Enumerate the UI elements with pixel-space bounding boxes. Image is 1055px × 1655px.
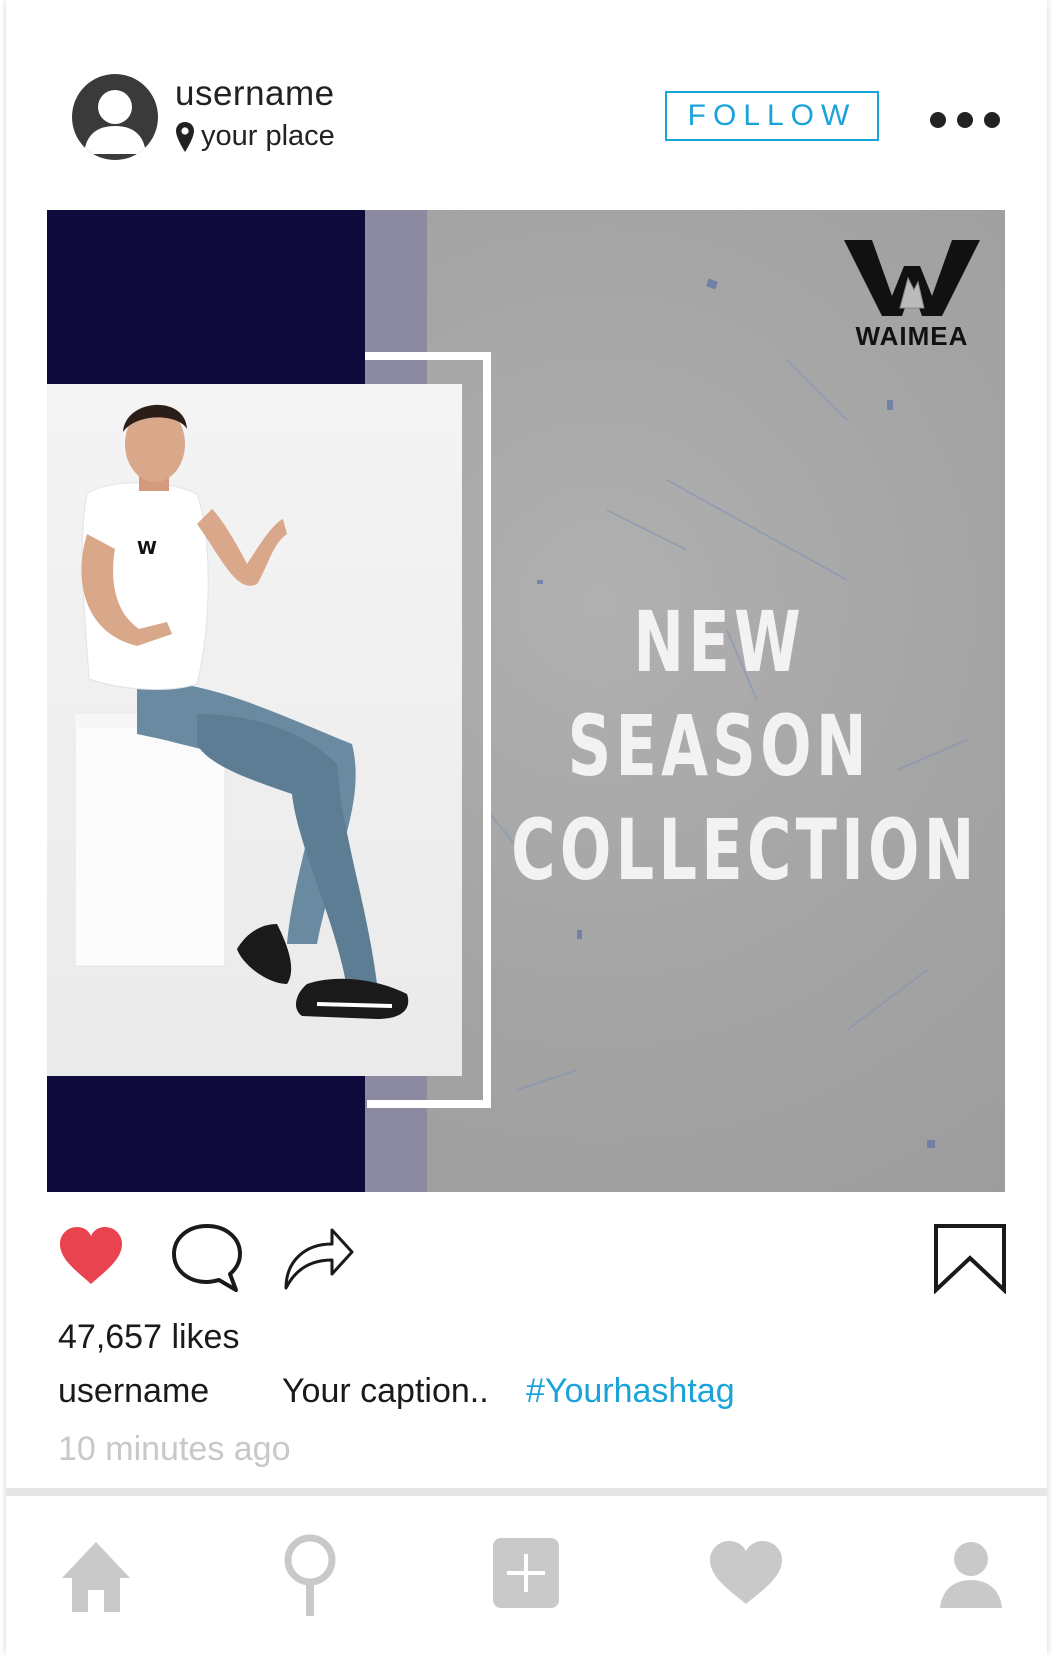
model-photo: W bbox=[47, 384, 462, 1076]
location-row[interactable]: your place bbox=[175, 120, 335, 153]
activity-heart-icon[interactable] bbox=[708, 1540, 784, 1606]
headline: NEW SEASON COLLECTION bbox=[511, 590, 979, 902]
navy-block-top bbox=[47, 210, 365, 384]
headline-line-2: SEASON bbox=[567, 697, 871, 795]
location-label: your place bbox=[201, 120, 335, 152]
caption-username[interactable]: username bbox=[58, 1372, 209, 1411]
more-options-icon[interactable] bbox=[930, 112, 1000, 128]
profile-icon[interactable] bbox=[938, 1540, 1004, 1610]
heart-icon[interactable] bbox=[58, 1226, 124, 1286]
avatar[interactable] bbox=[72, 74, 158, 160]
share-arrow-icon[interactable] bbox=[282, 1222, 356, 1292]
post-timestamp: 10 minutes ago bbox=[58, 1430, 291, 1468]
brand-name: WAIMEA bbox=[855, 321, 969, 351]
location-pin-icon bbox=[176, 121, 194, 152]
headline-line-3: COLLECTION bbox=[511, 801, 979, 899]
bookmark-icon[interactable] bbox=[932, 1222, 1008, 1294]
caption-hashtag[interactable]: #Yourhashtag bbox=[526, 1372, 735, 1411]
navy-block-bottom bbox=[47, 1076, 365, 1192]
follow-button[interactable]: FOLLOW bbox=[665, 91, 879, 141]
nav-divider bbox=[6, 1488, 1047, 1496]
comment-bubble-icon[interactable] bbox=[170, 1222, 244, 1294]
add-post-icon[interactable] bbox=[491, 1536, 561, 1610]
post-image[interactable]: W WAIMEA NEW SEASON COLLECTION bbox=[47, 210, 1005, 1192]
svg-text:W: W bbox=[137, 538, 157, 559]
waimea-logo-mark bbox=[844, 240, 980, 316]
post-username[interactable]: username bbox=[175, 74, 335, 114]
model-illustration: W bbox=[74, 404, 409, 1019]
caption-text: Your caption.. bbox=[282, 1372, 489, 1410]
user-silhouette-icon bbox=[84, 90, 146, 154]
brand-logo: WAIMEA bbox=[837, 238, 987, 352]
likes-count[interactable]: 47,657 likes bbox=[58, 1318, 239, 1357]
search-icon[interactable] bbox=[280, 1534, 340, 1618]
home-icon[interactable] bbox=[60, 1540, 132, 1612]
headline-line-1: NEW bbox=[633, 593, 806, 691]
